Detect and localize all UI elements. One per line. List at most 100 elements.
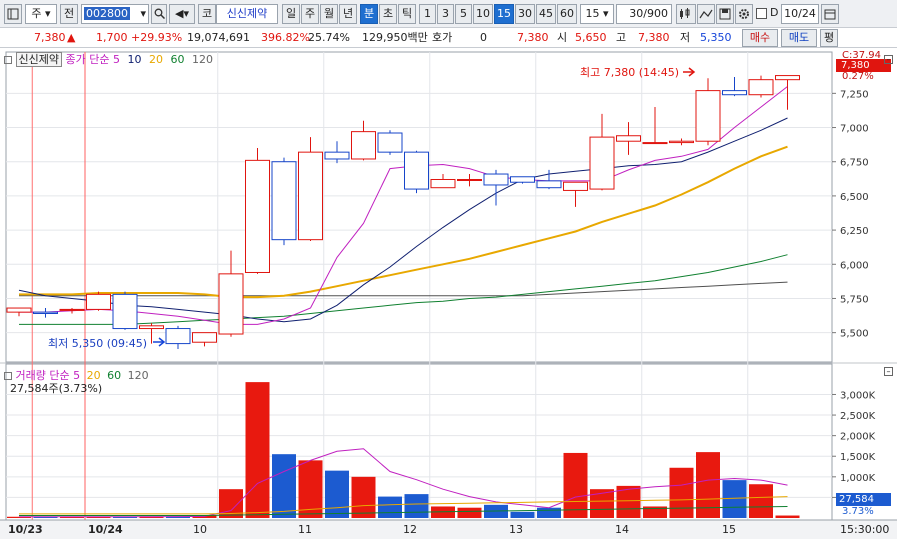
- x-axis-label: 11: [298, 523, 312, 536]
- open-label: 시: [557, 31, 568, 44]
- count-total: /900: [643, 7, 668, 20]
- candle-body: [271, 161, 297, 241]
- interval-button-60[interactable]: 60: [557, 4, 577, 24]
- price-panel-close-icon[interactable]: –: [884, 55, 893, 64]
- eval-button[interactable]: 평: [820, 29, 838, 47]
- volume-tick-label: 2,500K: [840, 411, 876, 422]
- x-axis-label: 10/23: [8, 523, 43, 536]
- speaker-icon[interactable]: ◀▾: [169, 4, 195, 24]
- calendar-icon[interactable]: [821, 4, 839, 24]
- interval-button-1[interactable]: 1: [419, 4, 436, 24]
- volume-bar: [272, 454, 296, 518]
- x-axis-label: 10/24: [88, 523, 123, 536]
- candle-body: [642, 142, 668, 145]
- candle-body: [775, 75, 800, 81]
- candle-body: [245, 159, 270, 273]
- vol-ma-label-120: 120: [127, 369, 149, 382]
- code-input[interactable]: 002800 ▾: [81, 4, 149, 24]
- candle-body: [483, 173, 509, 186]
- open-value: 5,650: [575, 31, 607, 44]
- gear-icon[interactable]: [735, 4, 753, 24]
- low-annotation: 최저 5,350 (09:45): [48, 337, 148, 350]
- save-icon[interactable]: [716, 4, 734, 24]
- volume-value: 19,074,691: [187, 31, 250, 44]
- quote-bar: 7,380 ▲ 1,700 +29.93% 19,074,691 396.82%…: [0, 28, 897, 48]
- x-axis-label: 13: [509, 523, 523, 536]
- interval-button-10[interactable]: 10: [473, 4, 493, 24]
- date-checkbox[interactable]: [756, 8, 767, 19]
- x-axis-label: 10: [193, 523, 207, 536]
- ma10-line: [18, 117, 788, 323]
- price-tick-label: 6,750: [840, 158, 869, 169]
- current-price: 7,380: [34, 31, 66, 44]
- period-week-button[interactable]: 주: [301, 4, 319, 24]
- type-select[interactable]: 주 ▾: [25, 4, 57, 24]
- candle-body: [33, 311, 58, 315]
- volume-bar: [351, 476, 376, 518]
- candle-body: [298, 151, 323, 241]
- candle-body: [748, 79, 774, 96]
- buy-button[interactable]: 매수: [742, 29, 778, 47]
- ma-label-120: 120: [191, 53, 213, 66]
- high-value: 7,380: [638, 31, 670, 44]
- candle-body: [404, 151, 429, 190]
- interval-button-3[interactable]: 3: [437, 4, 454, 24]
- period-month-button[interactable]: 월: [320, 4, 338, 24]
- volume-bar: [722, 480, 747, 518]
- stock-tag[interactable]: 신신제약: [15, 52, 62, 67]
- search-icon[interactable]: [151, 4, 167, 24]
- volume-pct-tag: 3.73%: [842, 506, 874, 517]
- stock-name[interactable]: 신신제약: [216, 4, 278, 24]
- volume-bar: [510, 511, 535, 518]
- interval-button-30[interactable]: 30: [515, 4, 535, 24]
- prev-button[interactable]: 전: [60, 4, 78, 24]
- volume-bar: [245, 382, 270, 518]
- period-min-button[interactable]: 분: [360, 4, 378, 24]
- candle-body: [695, 90, 721, 142]
- panel-menu-icon[interactable]: [4, 56, 12, 64]
- indicator-icon[interactable]: [676, 4, 696, 24]
- stock-chart[interactable]: 7,250 7,000 6,750 6,500 6,250 6,000 5,750 5,500…: [0, 48, 897, 539]
- change-percent: +29.93%: [131, 31, 183, 44]
- ma-label-20: 20: [148, 53, 163, 66]
- candle-body: [6, 307, 32, 313]
- interval-button-5[interactable]: 5: [455, 4, 472, 24]
- volume-panel-menu-icon[interactable]: [4, 372, 12, 380]
- x-axis-label: 14: [615, 523, 629, 536]
- vol-ma-label-60: 60: [107, 369, 122, 382]
- price-tick-label: 7,000: [840, 124, 869, 135]
- market-button[interactable]: 코: [198, 4, 216, 24]
- candle-body: [112, 293, 138, 330]
- price-legend: 신신제약 종가 단순 5 10 20 60 120: [4, 51, 213, 67]
- volume-tick-label: 1,500K: [840, 452, 876, 463]
- volume-tick-label: 2,000K: [840, 432, 876, 443]
- type-select-value: 주: [31, 7, 42, 20]
- candle-body: [430, 178, 456, 189]
- trend-line-icon[interactable]: [697, 4, 715, 24]
- period-sec-button[interactable]: 초: [379, 4, 397, 24]
- volume-panel-close-icon[interactable]: –: [884, 367, 893, 376]
- period-day-button[interactable]: 일: [282, 4, 300, 24]
- x-axis-time-label: 15:30:00: [840, 523, 889, 536]
- trade-amount: 129,950백만: [362, 31, 428, 44]
- interval-button-45[interactable]: 45: [536, 4, 556, 24]
- high-label: 고: [616, 31, 627, 44]
- date-checkbox-label: D: [770, 6, 779, 19]
- price-change: 1,700: [96, 31, 128, 44]
- low-arrow-icon: [153, 337, 166, 347]
- period-year-button[interactable]: 년: [339, 4, 357, 24]
- layout-icon[interactable]: [4, 4, 22, 24]
- interval-select-value: 15: [585, 7, 600, 20]
- interval-button-15[interactable]: 15: [494, 4, 514, 24]
- sell-button[interactable]: 매도: [781, 29, 817, 47]
- count-input[interactable]: 30/900: [616, 4, 672, 24]
- volume-bar: [775, 515, 800, 518]
- date-input[interactable]: 10/24: [781, 4, 819, 24]
- candle-body: [536, 180, 562, 189]
- low-value: 5,350: [700, 31, 732, 44]
- period-tick-button[interactable]: 틱: [398, 4, 416, 24]
- ma20-line: [19, 145, 788, 299]
- price-tick-label: 5,500: [840, 329, 869, 340]
- candle-body: [669, 140, 694, 144]
- interval-select[interactable]: 15 ▾: [580, 4, 614, 24]
